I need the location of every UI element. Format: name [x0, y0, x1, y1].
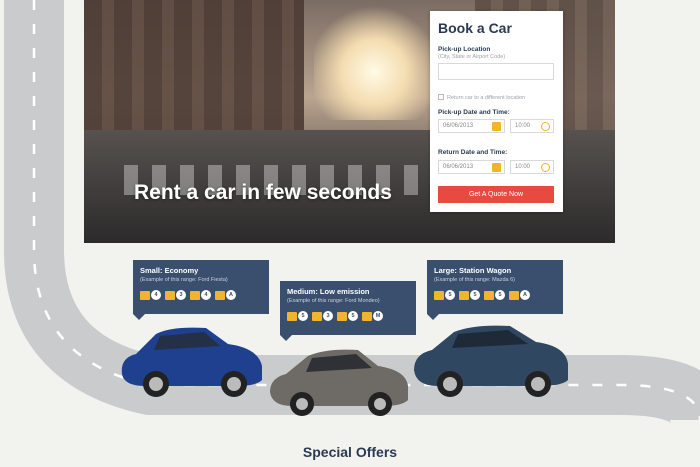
feature-value: 5 — [298, 311, 308, 321]
special-offers-heading: Special Offers — [302, 444, 398, 460]
feature-seats: 5 — [434, 290, 455, 300]
feature-large-bags: 3 — [312, 311, 333, 321]
feature-value: 4 — [151, 290, 161, 300]
pickup-time-value: 10:00 — [515, 123, 531, 129]
feature-transmission: M — [362, 311, 383, 321]
car-class-example: (Example of this range: Ford Mondeo) — [287, 298, 380, 304]
feature-small-bags: 5 — [484, 290, 505, 300]
calendar-icon[interactable] — [492, 163, 501, 172]
feature-value: 5 — [348, 311, 358, 321]
building-left — [84, 0, 304, 150]
car-class-title: Medium: Low emission — [287, 287, 370, 296]
booking-title: Book a Car — [438, 20, 512, 36]
feature-small-bags: 4 — [190, 290, 211, 300]
car-medium-image[interactable] — [266, 346, 411, 420]
return-time-value: 10:00 — [515, 164, 531, 170]
pickup-location-hint: (City, State or Airport Code) — [438, 54, 506, 60]
transmission-icon — [362, 311, 372, 321]
feature-list: 5 3 5 M — [287, 311, 383, 321]
car-card-economy[interactable]: Small: Economy (Example of this range: F… — [133, 260, 269, 320]
feature-small-bags: 5 — [337, 311, 358, 321]
feature-value: 3 — [323, 311, 333, 321]
get-quote-button[interactable]: Get A Quote Now — [438, 186, 554, 203]
car-class-example: (Example of this range: Ford Fiesta) — [140, 277, 228, 283]
pickup-location-label: Pick-up Location — [438, 46, 491, 53]
car-card-large[interactable]: Large: Station Wagon (Example of this ra… — [427, 260, 563, 320]
car-class-title: Large: Station Wagon — [434, 266, 512, 275]
calendar-icon[interactable] — [492, 122, 501, 131]
transmission-icon — [215, 290, 225, 300]
large-bag-icon — [459, 290, 469, 300]
car-economy-image[interactable] — [116, 322, 266, 402]
car-class-title: Small: Economy — [140, 266, 199, 275]
feature-value: 5 — [495, 290, 505, 300]
feature-list: 4 3 4 A — [140, 290, 236, 300]
pickup-time-input[interactable]: 10:00 — [510, 119, 554, 133]
seats-icon — [434, 290, 444, 300]
large-bag-icon — [312, 311, 322, 321]
small-bag-icon — [337, 311, 347, 321]
return-time-input[interactable]: 10:00 — [510, 160, 554, 174]
clock-icon[interactable] — [541, 122, 550, 131]
feature-value: 5 — [445, 290, 455, 300]
clock-icon[interactable] — [541, 163, 550, 172]
feature-value: A — [226, 290, 236, 300]
feature-value: 4 — [201, 290, 211, 300]
pickup-date-input[interactable]: 06/06/2013 — [438, 119, 505, 133]
return-date-value: 06/06/2013 — [443, 164, 474, 170]
return-date-input[interactable]: 06/06/2013 — [438, 160, 505, 174]
small-bag-icon — [190, 290, 200, 300]
feature-transmission: A — [215, 290, 236, 300]
return-different-checkbox[interactable] — [438, 94, 444, 100]
feature-list: 5 5 5 A — [434, 290, 530, 300]
transmission-icon — [509, 290, 519, 300]
return-different-label: Return car to a different location — [447, 95, 526, 101]
sun-glow — [314, 0, 434, 120]
feature-value: M — [373, 311, 383, 321]
car-class-example: (Example of this range: Mazda 6) — [434, 277, 516, 283]
seats-icon — [140, 290, 150, 300]
feature-seats: 4 — [140, 290, 161, 300]
return-datetime-label: Return Date and Time: — [438, 149, 508, 156]
feature-transmission: A — [509, 290, 530, 300]
hero-headline: Rent a car in few seconds — [134, 181, 392, 204]
pickup-date-value: 06/06/2013 — [443, 123, 474, 129]
car-card-medium[interactable]: Medium: Low emission (Example of this ra… — [280, 281, 416, 341]
car-large-image[interactable] — [410, 322, 572, 402]
small-bag-icon — [484, 290, 494, 300]
pickup-datetime-label: Pick-up Date and Time: — [438, 109, 510, 116]
seats-icon — [287, 311, 297, 321]
booking-panel: Book a Car Pick-up Location (City, State… — [430, 11, 563, 212]
feature-seats: 5 — [287, 311, 308, 321]
feature-large-bags: 3 — [165, 290, 186, 300]
feature-large-bags: 5 — [459, 290, 480, 300]
large-bag-icon — [165, 290, 175, 300]
pickup-location-input[interactable] — [438, 63, 554, 80]
feature-value: 5 — [470, 290, 480, 300]
feature-value: A — [520, 290, 530, 300]
feature-value: 3 — [176, 290, 186, 300]
